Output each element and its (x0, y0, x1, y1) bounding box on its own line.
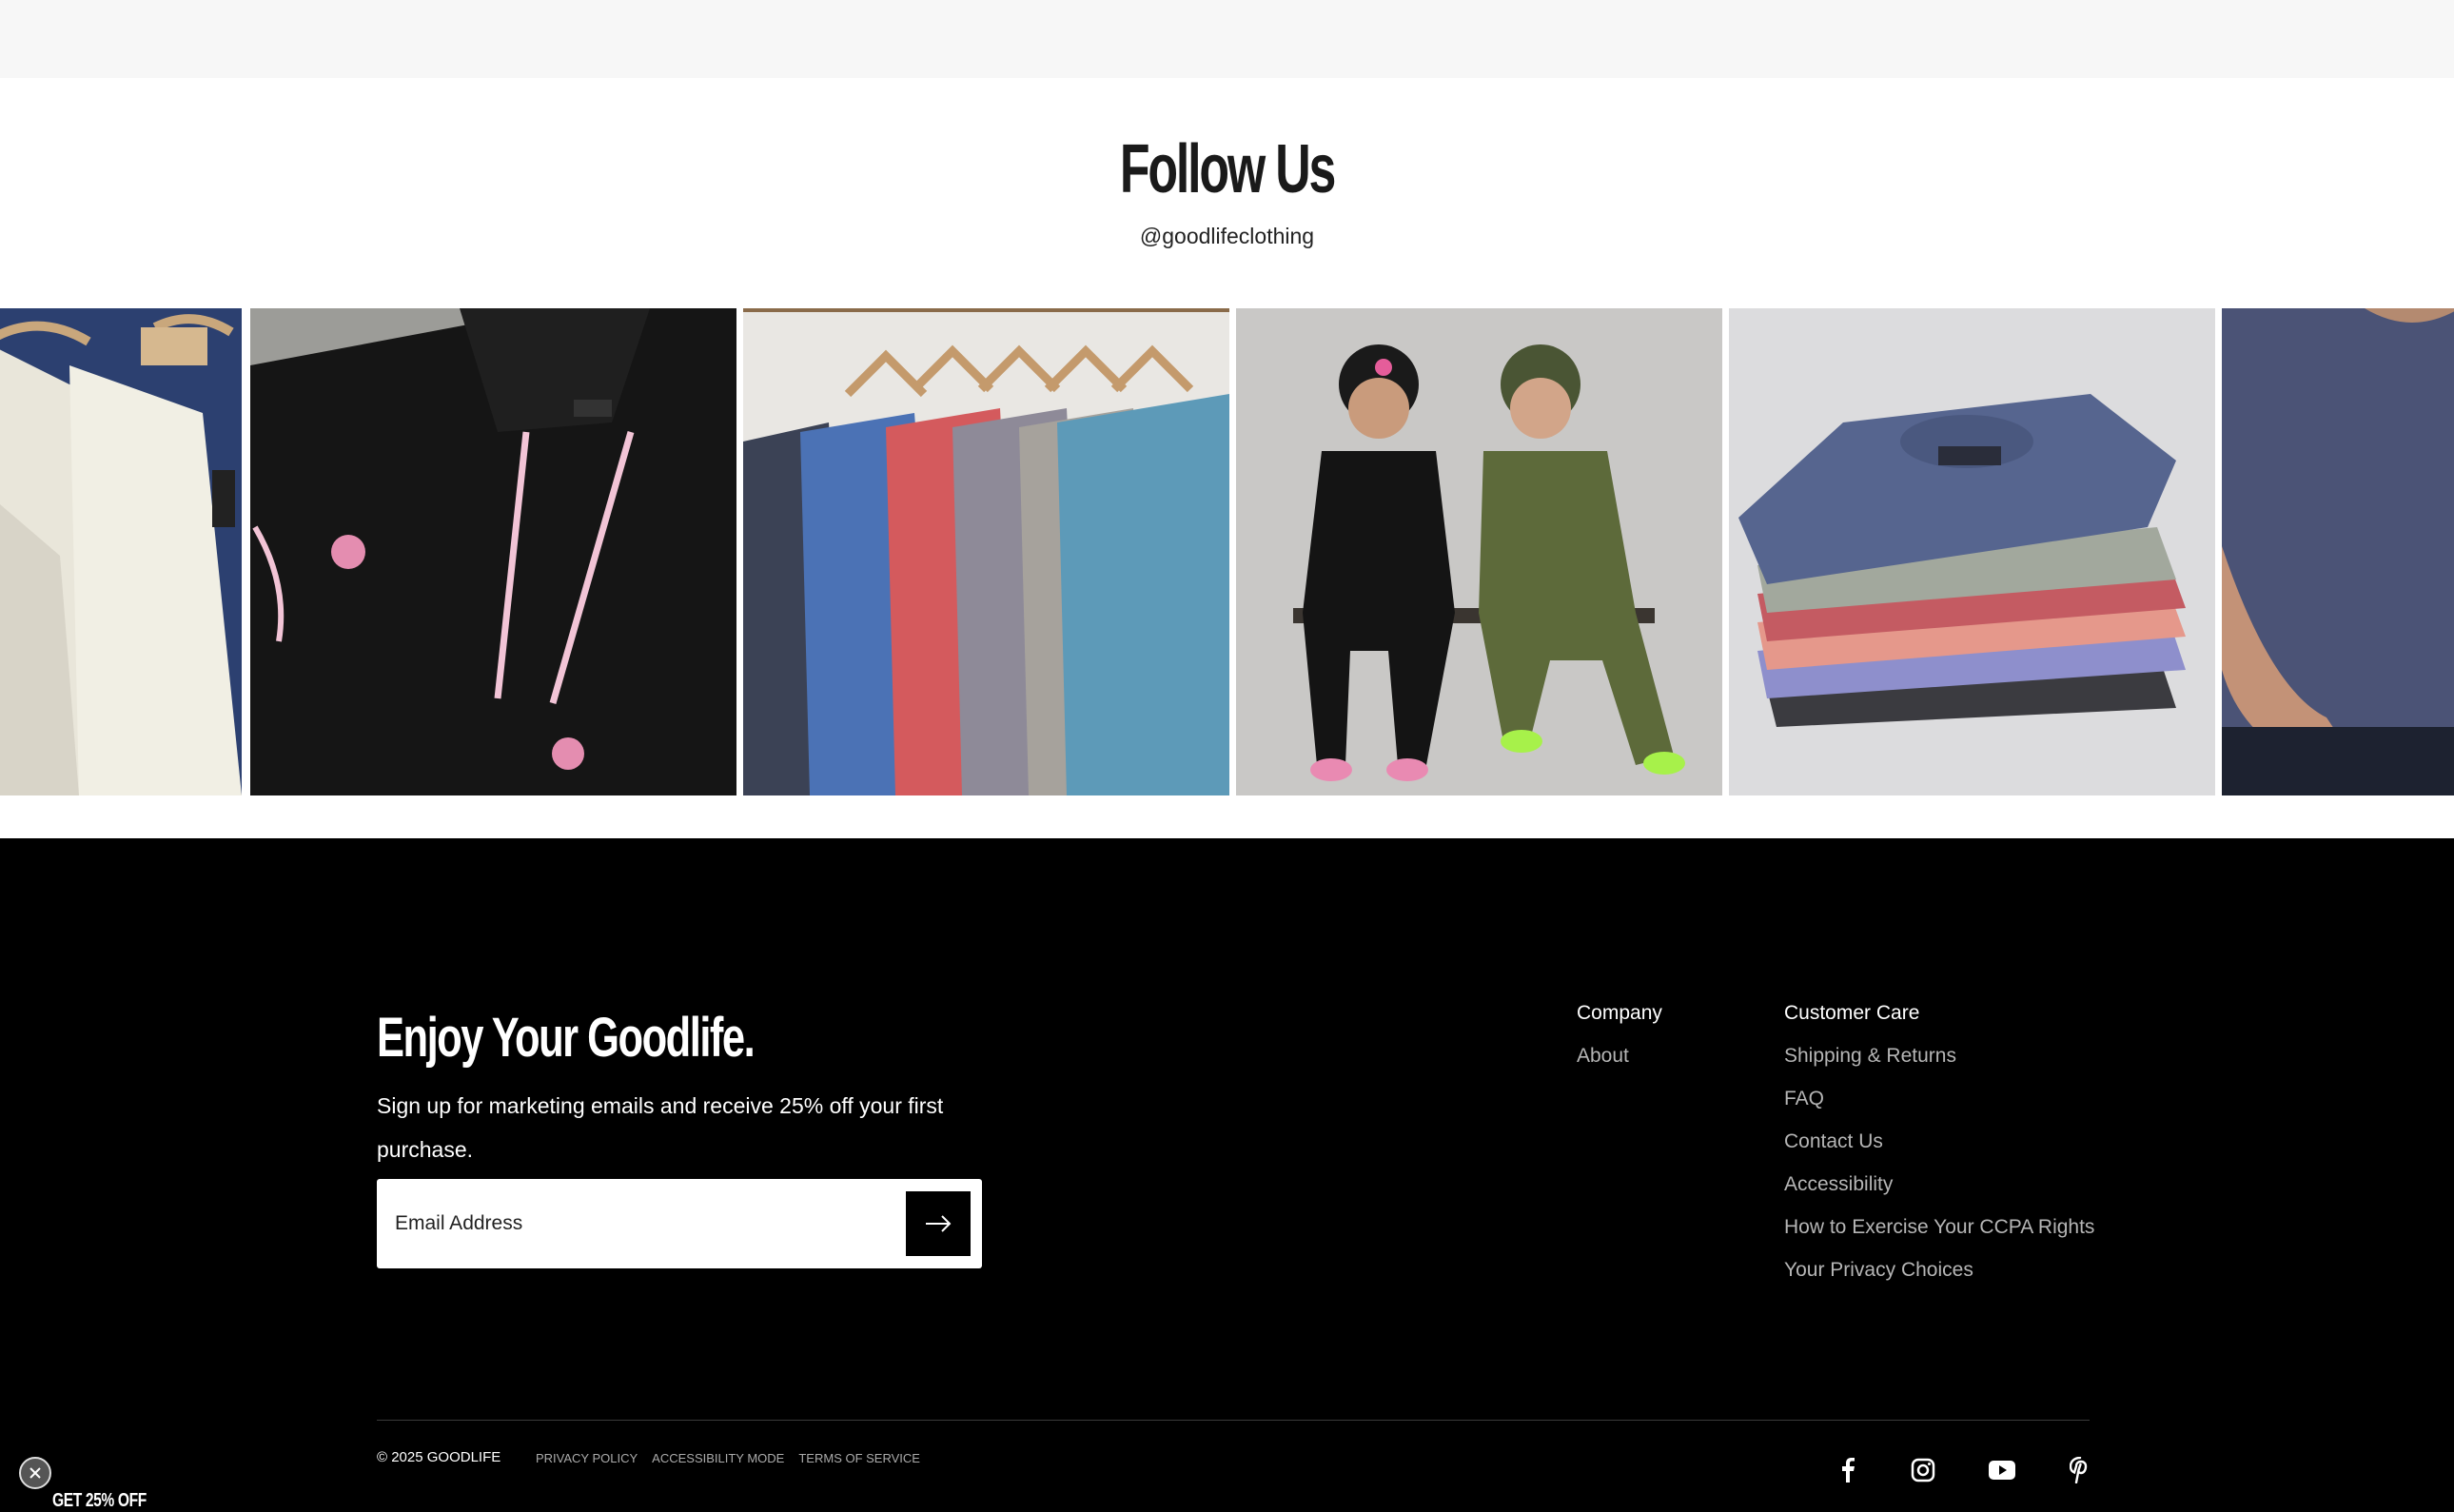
terms-of-service-link[interactable]: TERMS OF SERVICE (798, 1451, 920, 1465)
youtube-icon[interactable] (1989, 1457, 2015, 1483)
customer-care-heading: Customer Care (1784, 1002, 1920, 1024)
signup-description: Sign up for marketing emails and receive… (377, 1093, 944, 1162)
signup-title: Enjoy Your Goodlife. (377, 1007, 756, 1069)
company-links: Company About (1577, 1003, 1662, 1089)
instagram-gallery (0, 308, 2454, 795)
footer-link-about[interactable]: About (1577, 1046, 1662, 1089)
footer-link-ccpa-rights[interactable]: How to Exercise Your CCPA Rights (1784, 1217, 2094, 1260)
follow-us-section: Follow Us @goodlifeclothing (0, 78, 2454, 838)
pinterest-icon[interactable] (2067, 1457, 2093, 1483)
footer-divider (377, 1420, 2090, 1421)
gallery-tile-white-hoodies[interactable] (0, 308, 242, 795)
close-icon (29, 1467, 41, 1479)
promo-tab-label[interactable]: GET 25% OFF (52, 1490, 147, 1512)
follow-us-title: Follow Us (1119, 131, 1337, 207)
email-input[interactable] (377, 1179, 906, 1268)
footer-link-privacy-choices[interactable]: Your Privacy Choices (1784, 1260, 2094, 1303)
footer-link-shipping-returns[interactable]: Shipping & Returns (1784, 1046, 2094, 1089)
gallery-tile-black-hoodie[interactable] (250, 308, 736, 795)
newsletter-form (377, 1179, 982, 1268)
site-footer: Enjoy Your Goodlife. Sign up for marketi… (0, 838, 2454, 1512)
customer-care-links: Customer Care Shipping & Returns FAQ Con… (1784, 1003, 2094, 1303)
copyright: © 2025 GOODLIFE (377, 1449, 501, 1465)
promo-close-button[interactable] (19, 1457, 51, 1489)
instagram-icon[interactable] (1910, 1457, 1936, 1483)
footer-link-faq[interactable]: FAQ (1784, 1089, 2094, 1131)
gallery-tile-man-blue-tee[interactable] (2222, 308, 2454, 795)
arrow-right-icon (926, 1215, 952, 1232)
accessibility-mode-link[interactable]: ACCESSIBILITY MODE (652, 1451, 784, 1465)
gallery-tile-hanging-tees[interactable] (743, 308, 1229, 795)
instagram-handle-link[interactable]: @goodlifeclothing (0, 224, 2454, 249)
footer-link-contact-us[interactable]: Contact Us (1784, 1131, 2094, 1174)
facebook-icon[interactable] (1835, 1457, 1861, 1483)
gallery-tile-folded-tees[interactable] (1729, 308, 2215, 795)
privacy-policy-link[interactable]: PRIVACY POLICY (536, 1451, 638, 1465)
legal-links: PRIVACY POLICY ACCESSIBILITY MODE TERMS … (536, 1451, 920, 1465)
top-band (0, 0, 2454, 78)
footer-link-accessibility[interactable]: Accessibility (1784, 1174, 2094, 1217)
email-submit-button[interactable] (906, 1191, 971, 1256)
company-heading: Company (1577, 1002, 1662, 1024)
gallery-tile-models-sweatsuits[interactable] (1236, 308, 1722, 795)
